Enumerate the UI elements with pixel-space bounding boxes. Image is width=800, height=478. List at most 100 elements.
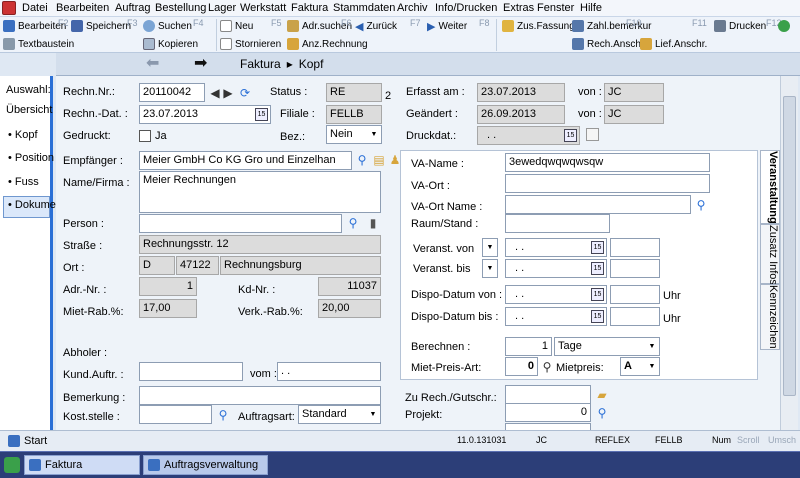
- nav-forward-icon[interactable]: ➡: [194, 54, 207, 74]
- veranst-bis-dropdown[interactable]: ▼: [482, 259, 498, 278]
- dispo-bis-field[interactable]: . . 15: [505, 307, 607, 326]
- refresh-icon[interactable]: ⟳: [238, 86, 252, 100]
- app-icon[interactable]: [2, 1, 16, 15]
- bez-value: Nein: [330, 128, 353, 140]
- suchen-button[interactable]: Suchen: [143, 18, 192, 34]
- menu-archiv[interactable]: Archiv: [397, 2, 428, 14]
- name-firma-field[interactable]: Meier Rechnungen: [139, 171, 381, 213]
- menu-fenster[interactable]: Fenster: [537, 2, 574, 14]
- vertical-scrollbar[interactable]: [780, 76, 798, 430]
- phone-icon[interactable]: ▮: [366, 216, 380, 230]
- menu-stammdaten[interactable]: Stammdaten: [333, 2, 395, 14]
- scrollbar-thumb[interactable]: [783, 96, 796, 396]
- drucken-button[interactable]: Drucken: [714, 18, 766, 34]
- veranst-von-dropdown[interactable]: ▼: [482, 238, 498, 257]
- kund-auftr-field[interactable]: [139, 362, 243, 381]
- miet-preis-art-field[interactable]: 0: [505, 357, 538, 376]
- calendar-icon[interactable]: 15: [591, 288, 604, 301]
- neu-button[interactable]: Neu: [220, 18, 253, 34]
- menu-datei[interactable]: Datei: [22, 2, 48, 14]
- va-ort-name-field[interactable]: [505, 195, 691, 214]
- search-icon[interactable]: ⚲: [355, 153, 369, 167]
- tab-kennzeichen[interactable]: Kennzeichen: [760, 284, 780, 350]
- search-icon[interactable]: ⚲: [346, 216, 360, 230]
- textbaustein-button[interactable]: Textbaustein: [3, 36, 74, 52]
- veranst-bis-time[interactable]: [610, 259, 660, 278]
- veranst-von-field[interactable]: . . 15: [505, 238, 607, 257]
- calendar-icon[interactable]: 15: [591, 310, 604, 323]
- dispo-von-time[interactable]: [610, 285, 660, 304]
- menu-extras[interactable]: Extras: [503, 2, 534, 14]
- sidebar-item-fuss[interactable]: • Fuss: [8, 176, 39, 188]
- berechnen-unit-select[interactable]: Tage ▼: [554, 337, 660, 356]
- menu-werkstatt[interactable]: Werkstatt: [240, 2, 286, 14]
- start-icon[interactable]: [8, 435, 20, 447]
- tab-veranstaltung[interactable]: Veranstaltung: [760, 150, 780, 224]
- next-record-icon[interactable]: ▶: [221, 86, 235, 100]
- menu-auftrag[interactable]: Auftrag: [115, 2, 150, 14]
- address-book-icon[interactable]: ▤: [372, 153, 386, 167]
- koststelle-field[interactable]: [139, 405, 212, 424]
- search-icon[interactable]: ⚲: [694, 198, 708, 212]
- dispo-von-field[interactable]: . . 15: [505, 285, 607, 304]
- sidebar-item-dokumente[interactable]: • Dokume: [8, 199, 56, 211]
- menu-faktura[interactable]: Faktura: [291, 2, 328, 14]
- rechn-nr-field[interactable]: 20110042: [139, 83, 205, 102]
- rech-anschr-button[interactable]: Rech.Anschr.: [572, 36, 646, 52]
- folder-icon[interactable]: ▰: [595, 388, 609, 402]
- stornieren-button[interactable]: Stornieren: [220, 36, 281, 52]
- bez-select[interactable]: Nein ▼: [326, 125, 382, 144]
- lief-anschr-button[interactable]: Lief.Anschr.: [640, 36, 707, 52]
- zurueck-button[interactable]: ◀ Zurück: [355, 18, 397, 34]
- sidebar-item-position[interactable]: • Position: [8, 152, 54, 164]
- sidebar-item-kopf[interactable]: • Kopf: [8, 129, 38, 141]
- zu-rech-field[interactable]: [505, 385, 591, 404]
- va-ort-field[interactable]: [505, 174, 710, 193]
- speichern-button[interactable]: Speichern: [71, 18, 131, 34]
- auftragsart-select[interactable]: Standard ▼: [298, 405, 381, 424]
- weiter-button[interactable]: ▶ Weiter: [427, 18, 467, 34]
- dispo-bis-label: Dispo-Datum bis :: [411, 311, 499, 323]
- dispo-bis-time[interactable]: [610, 307, 660, 326]
- windows-start-icon[interactable]: [4, 457, 20, 473]
- va-name-field[interactable]: 3ewedqwqwqwsqw: [505, 153, 710, 172]
- taskbar-item-auftragsverwaltung[interactable]: Auftragsverwaltung: [143, 455, 268, 475]
- search-icon[interactable]: ⚲: [595, 406, 609, 420]
- anz-rechnung-button[interactable]: Anz.Rechnung: [287, 36, 368, 52]
- person-field[interactable]: [139, 214, 342, 233]
- raum-stand-field[interactable]: [505, 214, 610, 233]
- help-icon[interactable]: [778, 20, 790, 32]
- bemerkung-field[interactable]: [139, 386, 381, 405]
- prev-record-icon[interactable]: ◀: [208, 86, 222, 100]
- calendar-icon[interactable]: 15: [591, 262, 604, 275]
- menu-info-drucken[interactable]: Info/Drucken: [435, 2, 497, 14]
- menu-hilfe[interactable]: Hilfe: [580, 2, 602, 14]
- toolbar-separator: [216, 19, 217, 51]
- menu-lager[interactable]: Lager: [208, 2, 236, 14]
- druckdat-checkbox[interactable]: [586, 128, 599, 141]
- projekt-field[interactable]: 0: [505, 403, 591, 422]
- calendar-icon[interactable]: 15: [591, 241, 604, 254]
- menu-bestellung[interactable]: Bestellung: [155, 2, 206, 14]
- veranst-bis-field[interactable]: . . 15: [505, 259, 607, 278]
- calendar-icon[interactable]: 15: [564, 129, 577, 142]
- mietpreis-select[interactable]: A ▼: [620, 357, 660, 376]
- taskbar-item-faktura[interactable]: Faktura: [24, 455, 140, 475]
- search-icon[interactable]: ⚲: [540, 360, 554, 374]
- tab-zusatz-infos[interactable]: Zusatz Infos: [760, 224, 780, 285]
- berechnen-number-field[interactable]: 1: [505, 337, 552, 356]
- veranst-von-time[interactable]: [610, 238, 660, 257]
- menu-bearbeiten[interactable]: Bearbeiten: [56, 2, 109, 14]
- start-button[interactable]: Start: [24, 435, 47, 447]
- bearbeiten-button[interactable]: Bearbeiten: [3, 18, 66, 34]
- kopieren-button[interactable]: Kopieren: [143, 36, 198, 52]
- zus-fassung-button[interactable]: Zus.Fassung: [502, 18, 575, 34]
- rechn-dat-field[interactable]: 23.07.2013 15: [139, 105, 271, 124]
- vom-field[interactable]: . .: [277, 362, 381, 381]
- gedruckt-checkbox[interactable]: [139, 130, 151, 142]
- empfaenger-field[interactable]: Meier GmbH Co KG Gro und Einzelhan: [139, 151, 352, 170]
- nav-back-icon[interactable]: ⬅: [146, 54, 159, 74]
- search-icon[interactable]: ⚲: [216, 408, 230, 422]
- calendar-icon[interactable]: 15: [255, 108, 268, 121]
- sidebar-item-uebersicht[interactable]: Übersicht: [6, 104, 52, 116]
